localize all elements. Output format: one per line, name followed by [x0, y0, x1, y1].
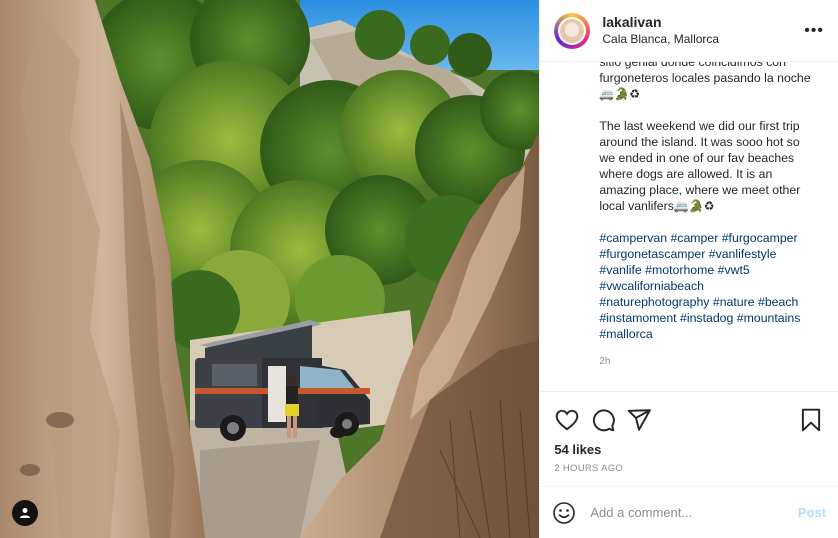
caption-line: local vanlifers🚐🐊♻: [599, 199, 715, 213]
emoji-icon[interactable]: [552, 501, 576, 525]
campervan-canyon-image: [0, 0, 540, 538]
caption-line: where dogs are allowed. It is an: [599, 167, 773, 181]
share-icon[interactable]: [626, 407, 652, 433]
hashtag-link[interactable]: #campervan: [599, 231, 667, 245]
caption-scroll[interactable]: sitio genial donde coincidimos con furgo…: [540, 62, 838, 391]
post-photo[interactable]: [0, 0, 540, 538]
hashtag-link[interactable]: #camper: [670, 231, 718, 245]
bookmark-icon[interactable]: [798, 407, 824, 433]
caption-line: we ended in one of our fav beaches: [599, 151, 795, 165]
comment-icon[interactable]: [590, 407, 616, 433]
post-comment-button[interactable]: Post: [798, 505, 826, 520]
user-tag-icon[interactable]: [12, 500, 38, 526]
hashtag-link[interactable]: #vanlife: [599, 263, 641, 277]
post-timestamp: 2 HOURS AGO: [554, 463, 624, 474]
caption-line: The last weekend we did our first trip: [599, 119, 800, 133]
caption-emojis: 🚐🐊♻: [673, 199, 715, 213]
caption-line: amazing place, where we meet other: [599, 183, 801, 197]
hashtag-list: #campervan #camper #furgocamper #furgone…: [599, 230, 822, 342]
hashtag-link[interactable]: #motorhome: [645, 263, 714, 277]
hashtag-link[interactable]: #vwcaliforniabeach: [599, 279, 704, 293]
hashtag-link[interactable]: #vwt5: [718, 263, 750, 277]
location-link[interactable]: Cala Blanca, Mallorca: [602, 31, 804, 48]
post-actions: 54 likes 2 HOURS AGO: [540, 391, 838, 486]
hashtag-link[interactable]: #mallorca: [599, 327, 652, 341]
caption-line: sitio genial donde coincidimos con: [599, 62, 786, 69]
hashtag-link[interactable]: #vanlifestyle: [709, 247, 777, 261]
heart-icon[interactable]: [554, 407, 580, 433]
post-sidebar: lakalivan Cala Blanca, Mallorca ••• siti…: [539, 0, 838, 538]
hashtag-link[interactable]: #naturephotography: [599, 295, 709, 309]
avatar[interactable]: [554, 12, 591, 49]
comment-bar: Post: [540, 486, 838, 538]
caption-emojis: 🚐🐊♻: [599, 87, 640, 101]
caption-age: 2h: [599, 356, 611, 367]
more-options-icon[interactable]: •••: [804, 22, 824, 40]
likes-count[interactable]: 54 likes: [554, 442, 824, 457]
hashtag-link[interactable]: #furgonetascamper: [599, 247, 705, 261]
instagram-post: lakalivan Cala Blanca, Mallorca ••• siti…: [0, 0, 838, 538]
hashtag-link[interactable]: #instadog: [680, 311, 733, 325]
hashtag-link[interactable]: #nature: [713, 295, 755, 309]
hashtag-link[interactable]: #beach: [758, 295, 798, 309]
hashtag-link[interactable]: #furgocamper: [722, 231, 798, 245]
post-header: lakalivan Cala Blanca, Mallorca •••: [540, 0, 838, 62]
hashtag-link[interactable]: #mountains: [737, 311, 801, 325]
username-link[interactable]: lakalivan: [602, 14, 804, 31]
hashtag-link[interactable]: #instamoment: [599, 311, 676, 325]
caption-line: around the island. It was sooo hot so: [599, 135, 800, 149]
comment-input[interactable]: [588, 504, 798, 521]
caption-line: furgoneteros locales pasando la noche: [599, 71, 811, 85]
